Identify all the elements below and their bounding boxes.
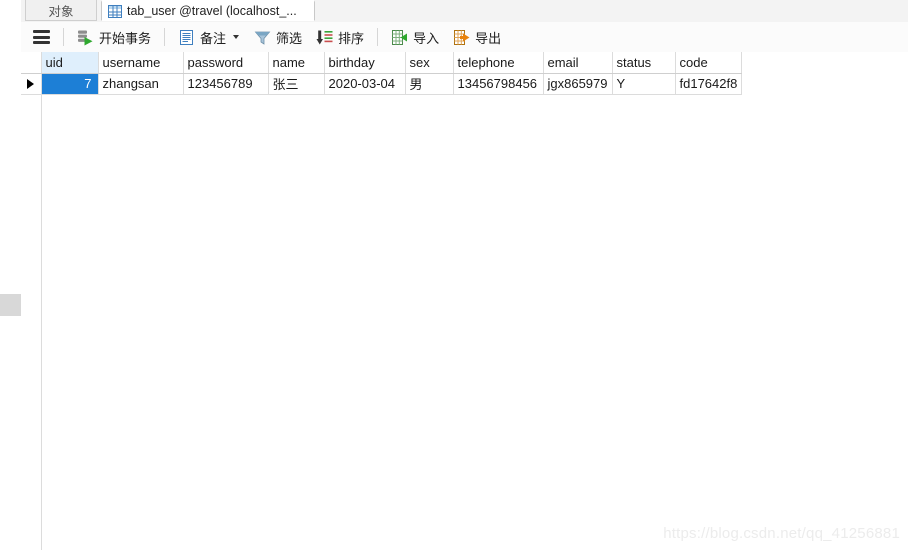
filter-funnel-icon [254, 29, 271, 46]
hamburger-icon [33, 30, 50, 44]
column-header-status[interactable]: status [612, 52, 676, 74]
column-header-password[interactable]: password [183, 52, 269, 74]
note-label: 备注 [200, 30, 227, 46]
filter-button[interactable]: 筛选 [248, 25, 308, 49]
table-body: 7 zhangsan 123456789 张三 2020-03-04 男 134567984… [21, 73, 743, 95]
tab-tab-user-label: tab_user @travel (localhost_... [127, 4, 297, 18]
column-header-sex[interactable]: sex [405, 52, 454, 74]
column-header-name[interactable]: name [268, 52, 325, 74]
cell-birthday[interactable]: 2020-03-04 [324, 73, 406, 95]
menu-button[interactable] [27, 25, 56, 49]
tab-tab-user[interactable]: tab_user @travel (localhost_... [101, 0, 315, 21]
row-marker-cell[interactable] [21, 73, 42, 95]
pane-splitter-handle[interactable] [0, 294, 21, 316]
cell-email[interactable]: jgx865979 [543, 73, 613, 95]
sort-button[interactable]: 排序 [310, 25, 370, 49]
sort-label: 排序 [338, 30, 365, 46]
object-pane-collapsed [0, 0, 22, 550]
import-button[interactable]: 导入 [385, 25, 445, 49]
column-header-birthday[interactable]: birthday [324, 52, 406, 74]
import-icon [391, 29, 408, 46]
tab-object-label: 对象 [48, 4, 74, 19]
start-transaction-button[interactable]: 开始事务 [71, 25, 157, 49]
cell-sex[interactable]: 男 [405, 73, 454, 95]
table-grid-icon [108, 4, 122, 18]
note-button[interactable]: 备注 [172, 25, 246, 49]
toolbar-separator [377, 28, 379, 46]
table-header: uid username password name birthday sex teleph… [21, 52, 743, 74]
start-transaction-icon [77, 29, 94, 46]
filter-label: 筛选 [276, 30, 303, 46]
grid-toolbar: 开始事务 备注 筛选 排序 导入 导出 [21, 22, 908, 53]
watermark-text: https://blog.csdn.net/qq_41256881 [663, 525, 900, 542]
column-header-code[interactable]: code [675, 52, 743, 74]
export-label: 导出 [475, 30, 502, 46]
start-transaction-label: 开始事务 [99, 30, 152, 46]
cell-status[interactable]: Y [612, 73, 676, 95]
column-header-email[interactable]: email [543, 52, 613, 74]
gutter-header [21, 52, 42, 74]
tab-object[interactable]: 对象 [25, 0, 97, 21]
column-header-uid[interactable]: uid [41, 52, 99, 74]
data-grid[interactable]: uid username password name birthday sex teleph… [21, 52, 908, 550]
export-button[interactable]: 导出 [447, 25, 507, 49]
cell-telephone[interactable]: 13456798456 [453, 73, 544, 95]
import-label: 导入 [413, 30, 440, 46]
cell-code[interactable]: fd17642f8 [675, 73, 743, 95]
column-header-telephone[interactable]: telephone [453, 52, 544, 74]
toolbar-separator [63, 28, 64, 46]
cell-username[interactable]: zhangsan [98, 73, 184, 95]
column-header-username[interactable]: username [98, 52, 184, 74]
chevron-down-icon[interactable] [233, 35, 240, 39]
export-icon [453, 29, 470, 46]
table-header-row: uid username password name birthday sex teleph… [21, 52, 743, 74]
note-document-icon [178, 29, 195, 46]
navicat-table-view-window: 对象 tab_user @travel (localhost_... 开始事务 … [0, 0, 908, 550]
data-table: uid username password name birthday sex teleph… [21, 52, 743, 95]
cell-uid[interactable]: 7 [41, 73, 99, 95]
tab-strip: 对象 tab_user @travel (localhost_... [21, 0, 908, 23]
current-row-arrow-icon [27, 78, 35, 89]
cell-password[interactable]: 123456789 [183, 73, 269, 95]
sort-descending-icon [316, 29, 333, 46]
cell-name[interactable]: 张三 [268, 73, 325, 95]
toolbar-separator [164, 28, 166, 46]
grid-row-gutter [21, 52, 42, 550]
table-row[interactable]: 7 zhangsan 123456789 张三 2020-03-04 男 134567984… [21, 73, 743, 95]
